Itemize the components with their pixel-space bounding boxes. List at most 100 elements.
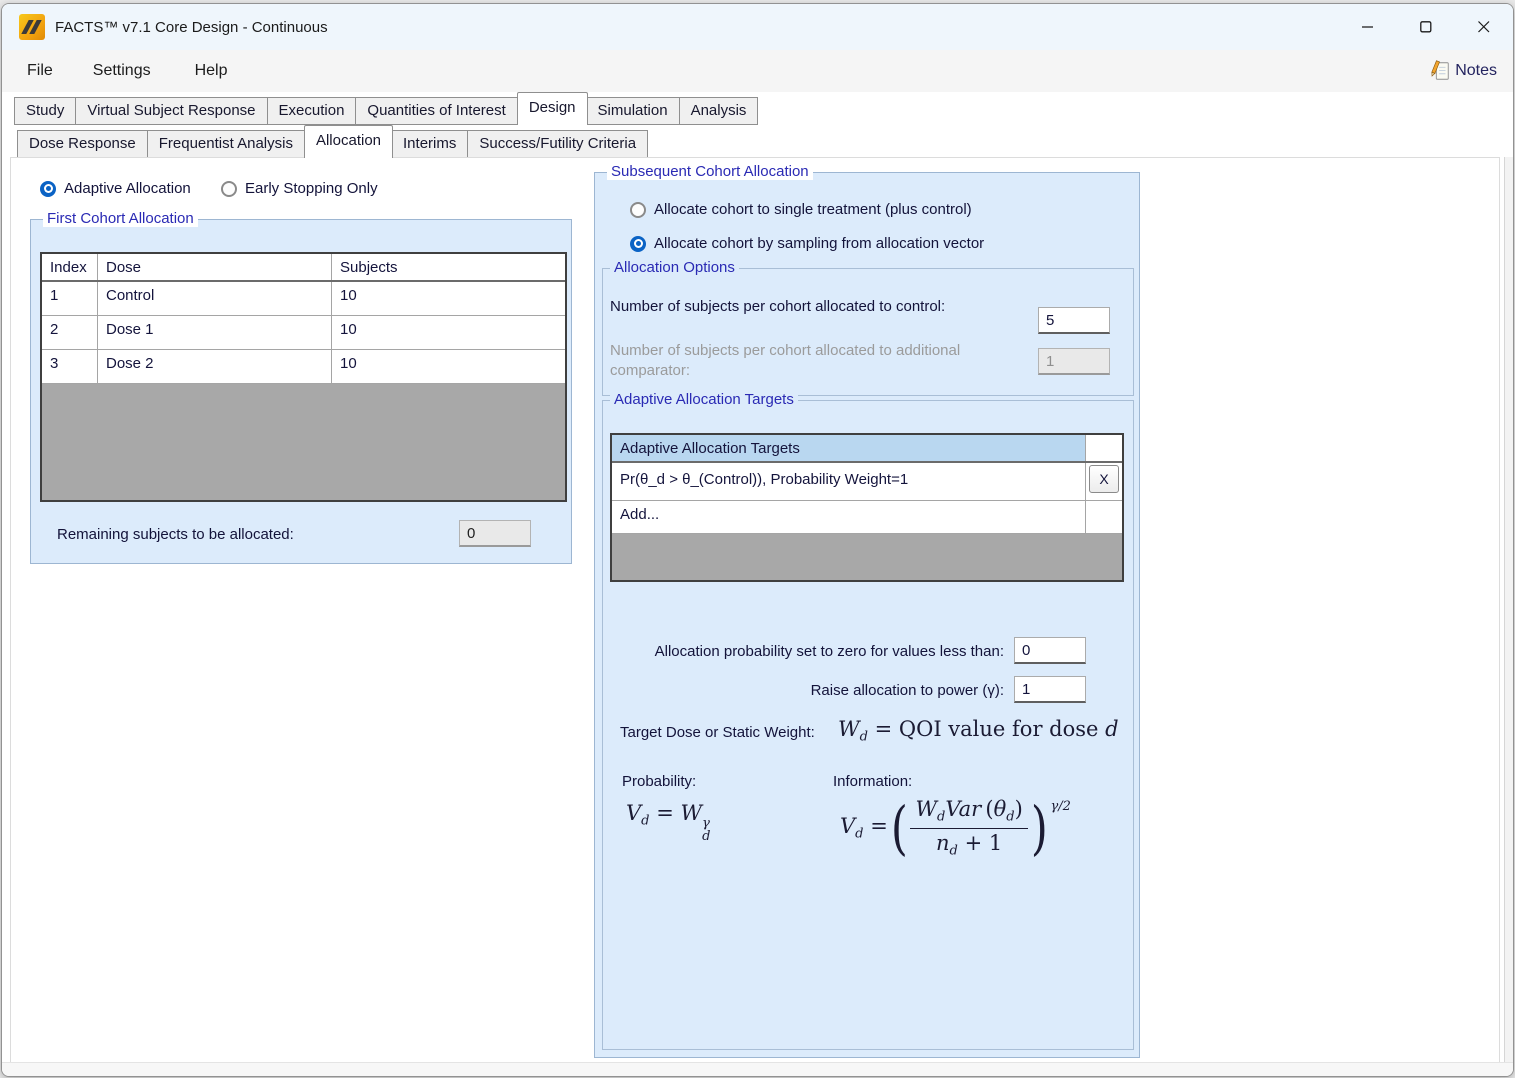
math-var: W [838,717,860,741]
table-row[interactable]: 2 Dose 1 10 [42,316,565,350]
math-sub: d [860,730,868,745]
close-icon [1478,21,1490,33]
design-tab-strip: Dose Response Frequentist Analysis Alloc… [17,125,648,158]
first-cohort-allocation-title: First Cohort Allocation [43,210,198,227]
math-var: V [626,801,641,825]
window-bottom-strip [2,1062,1513,1076]
radio-on-icon [40,181,56,197]
cell-index[interactable]: 2 [42,316,98,349]
maximize-icon [1420,21,1432,33]
math-var: θ [994,797,1007,821]
early-stopping-only-radio[interactable]: Early Stopping Only [221,180,378,197]
math-var: W [681,801,703,825]
math-sub: d [702,830,710,843]
single-treatment-label: Allocate cohort to single treatment (plu… [654,201,972,218]
power-field[interactable]: 1 [1014,676,1086,703]
math-var: Var [945,797,981,821]
math-var: d [1105,717,1118,741]
cell-dose[interactable]: Dose 2 [98,350,332,383]
add-target-label[interactable]: Add... [612,501,1086,533]
probability-label: Probability: [622,773,696,790]
tab-virtual-subject-response[interactable]: Virtual Subject Response [76,97,267,125]
cell-subjects[interactable]: 10 [332,316,565,349]
minimize-icon [1362,21,1374,33]
comparator-subjects-label: Number of subjects per cohort allocated … [610,341,998,381]
minimize-button[interactable] [1339,4,1397,50]
adaptive-allocation-targets-title: Adaptive Allocation Targets [610,391,798,408]
notes-label: Notes [1455,62,1497,80]
main-tab-strip: Study Virtual Subject Response Execution… [14,92,758,125]
tab-analysis[interactable]: Analysis [680,97,759,125]
menu-settings[interactable]: Settings [87,58,157,84]
information-formula: Vd = ( WdVar (θd) nd + 1 ) γ/2 [840,797,1071,859]
comparator-subjects-field: 1 [1038,348,1110,375]
table-row[interactable]: 1 Control 10 [42,282,565,316]
first-cohort-table: Index Dose Subjects 1 Control 10 2 Dose … [40,252,567,502]
math-text: + 1 [965,831,1003,855]
math-sub: d [855,827,863,842]
cell-subjects[interactable]: 10 [332,282,565,315]
tab-frequentist-analysis[interactable]: Frequentist Analysis [148,130,305,158]
math-text: = QOI value for dose [875,717,1099,741]
tab-execution[interactable]: Execution [268,97,357,125]
right-gutter [1504,157,1513,1066]
close-button[interactable] [1455,4,1513,50]
target-row-label[interactable]: Pr(θ_d > θ_(Control)), Probability Weigh… [612,463,1086,500]
math-paren: ) [1015,797,1023,821]
adaptive-allocation-label: Adaptive Allocation [64,180,191,197]
table-empty-area [612,534,1122,580]
remove-target-button[interactable]: X [1089,465,1119,493]
tab-interims[interactable]: Interims [392,130,468,158]
math-eq: = [656,801,674,825]
remaining-subjects-label: Remaining subjects to be allocated: [57,526,294,543]
single-treatment-radio[interactable]: Allocate cohort to single treatment (plu… [630,201,972,218]
adaptive-targets-table: Adaptive Allocation Targets Pr(θ_d > θ_(… [610,433,1124,582]
tab-study[interactable]: Study [14,97,76,125]
adaptive-allocation-radio[interactable]: Adaptive Allocation [40,180,191,197]
allocation-options-title: Allocation Options [610,259,739,276]
targets-header-spacer [1086,435,1122,461]
radio-on-icon [630,236,646,252]
cell-index[interactable]: 3 [42,350,98,383]
notes-icon [1429,60,1451,82]
cell-dose[interactable]: Control [98,282,332,315]
power-label: Raise allocation to power (γ): [602,682,1004,699]
table-row[interactable]: 3 Dose 2 10 [42,350,565,384]
maximize-button[interactable] [1397,4,1455,50]
tab-dose-response[interactable]: Dose Response [17,130,148,158]
zero-threshold-label: Allocation probability set to zero for v… [602,643,1004,660]
add-target-row[interactable]: Add... [612,501,1122,534]
menu-bar: File Settings Help Notes [2,50,1513,92]
app-window: FACTS™ v7.1 Core Design - Continuous Fil… [1,3,1514,1077]
col-header-subjects: Subjects [332,254,565,280]
early-stopping-only-label: Early Stopping Only [245,180,378,197]
math-eq: = [870,814,888,838]
cell-subjects[interactable]: 10 [332,350,565,383]
math-var: W [915,797,937,821]
col-header-dose: Dose [98,254,332,280]
math-var: V [840,814,855,838]
menu-help[interactable]: Help [189,58,234,84]
probability-formula: Vd = Wγd [626,801,710,843]
radio-off-icon [221,181,237,197]
app-icon [19,14,45,40]
math-sub: d [1006,810,1014,825]
math-paren: ( [985,797,993,821]
target-row[interactable]: Pr(θ_d > θ_(Control)), Probability Weigh… [612,463,1122,501]
cell-index[interactable]: 1 [42,282,98,315]
cell-dose[interactable]: Dose 1 [98,316,332,349]
zero-threshold-field[interactable]: 0 [1014,637,1086,664]
control-subjects-field[interactable]: 5 [1038,307,1110,334]
tab-allocation[interactable]: Allocation [304,125,393,158]
title-bar: FACTS™ v7.1 Core Design - Continuous [2,4,1513,50]
information-label: Information: [833,773,912,790]
tab-simulation[interactable]: Simulation [587,97,680,125]
sampling-vector-radio[interactable]: Allocate cohort by sampling from allocat… [630,235,984,252]
subsequent-cohort-allocation-title: Subsequent Cohort Allocation [607,163,813,180]
tab-design[interactable]: Design [517,92,588,125]
notes-button[interactable]: Notes [1429,60,1497,82]
menu-file[interactable]: File [21,58,59,84]
tab-success-futility-criteria[interactable]: Success/Futility Criteria [468,130,648,158]
math-var: n [936,831,950,855]
tab-quantities-of-interest[interactable]: Quantities of Interest [356,97,517,125]
